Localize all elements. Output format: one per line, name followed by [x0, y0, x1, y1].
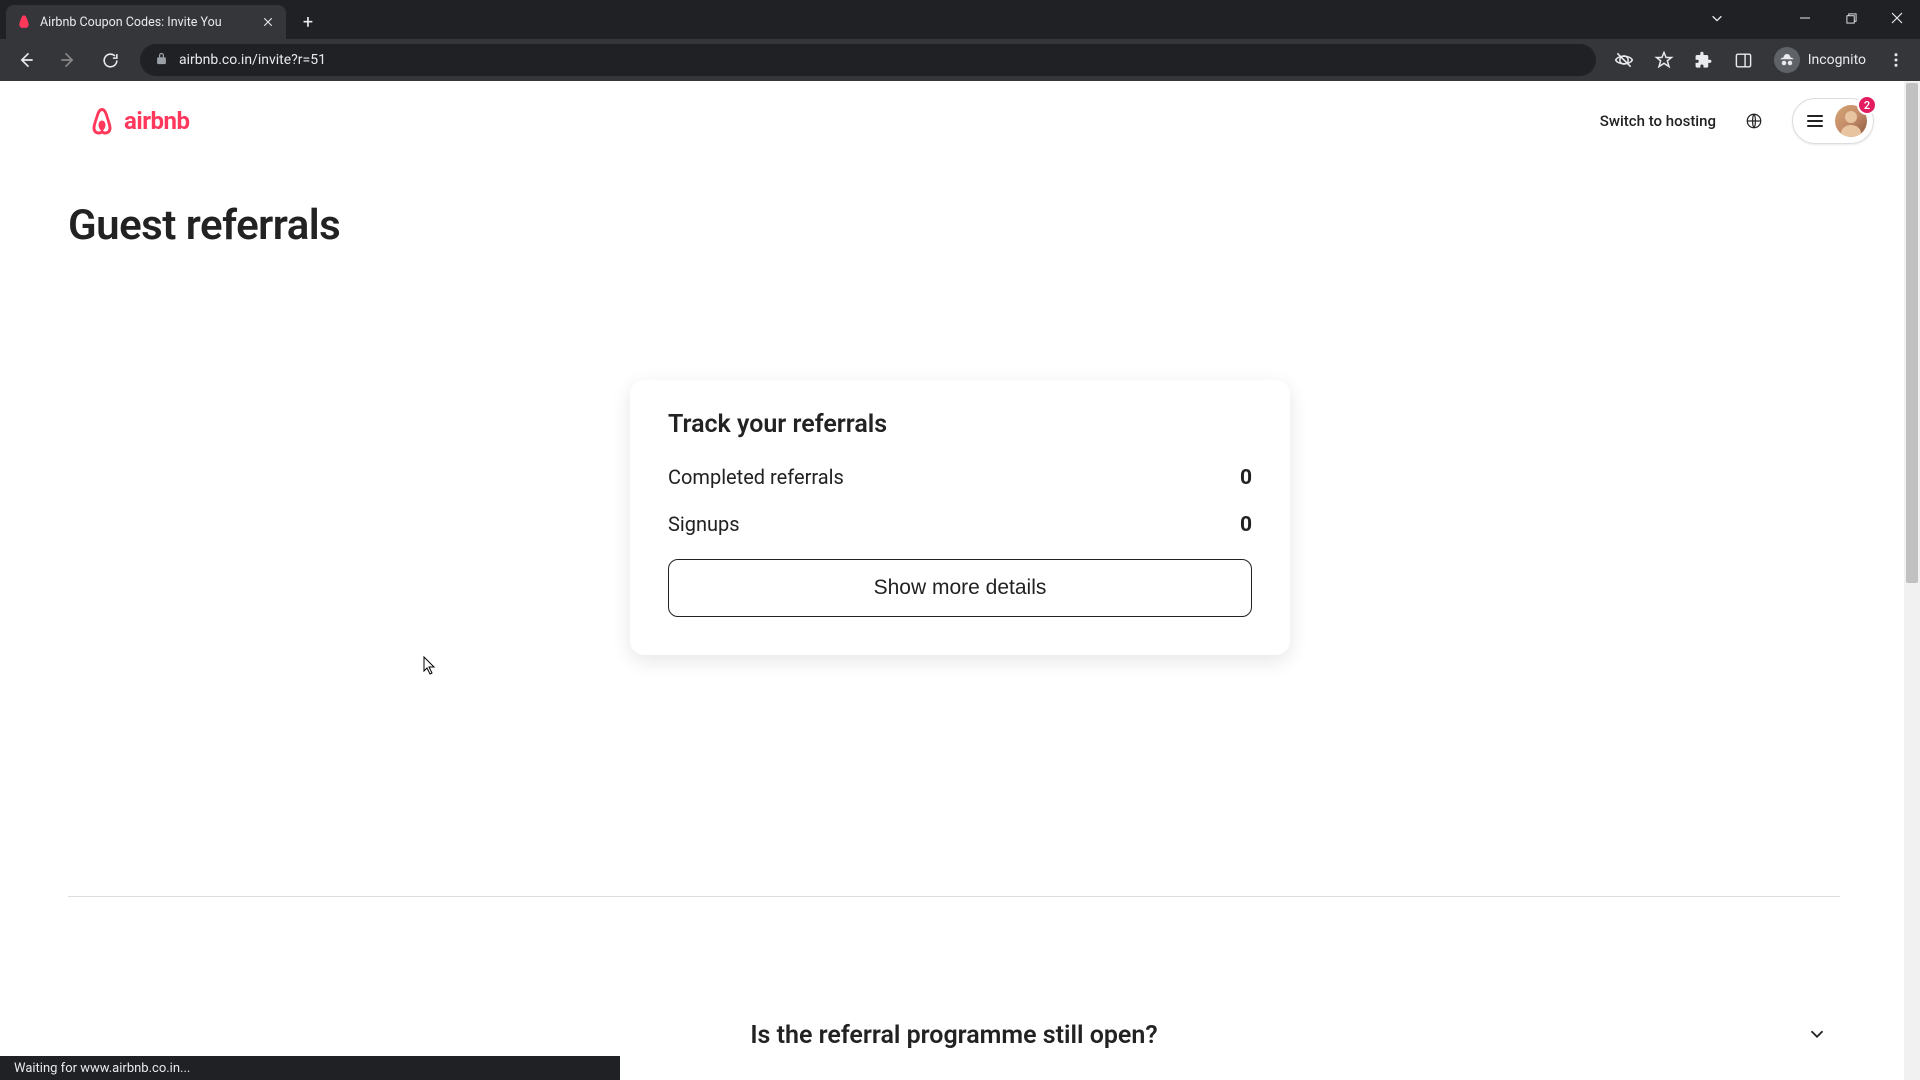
- scrollbar-track[interactable]: [1904, 81, 1920, 1080]
- address-bar[interactable]: airbnb.co.in/invite?r=51: [140, 44, 1596, 76]
- back-button[interactable]: [8, 42, 44, 78]
- page-viewport: airbnb Switch to hosting 2 Guest referra…: [0, 81, 1920, 1080]
- third-party-cookies-icon[interactable]: [1608, 44, 1640, 76]
- site-header: airbnb Switch to hosting 2: [0, 81, 1920, 161]
- toolbar-right: Incognito: [1608, 44, 1912, 76]
- chrome-menu-icon[interactable]: [1880, 44, 1912, 76]
- status-toast: Waiting for www.airbnb.co.in...: [0, 1056, 620, 1080]
- globe-icon: [1745, 112, 1763, 130]
- new-tab-button[interactable]: +: [294, 8, 322, 36]
- extensions-icon[interactable]: [1688, 44, 1720, 76]
- close-window-button[interactable]: [1874, 0, 1920, 36]
- chevron-down-icon: [1806, 1023, 1828, 1049]
- show-more-details-button[interactable]: Show more details: [668, 559, 1252, 617]
- notification-badge: 2: [1857, 95, 1877, 115]
- maximize-button[interactable]: [1828, 0, 1874, 36]
- forward-button[interactable]: [50, 42, 86, 78]
- referrals-card: Track your referrals Completed referrals…: [630, 380, 1290, 655]
- url-text: airbnb.co.in/invite?r=51: [179, 52, 326, 68]
- incognito-label: Incognito: [1808, 52, 1866, 68]
- stat-row-completed: Completed referrals 0: [668, 465, 1252, 490]
- user-menu-button[interactable]: 2: [1792, 98, 1874, 144]
- hamburger-icon: [1807, 113, 1823, 129]
- card-title: Track your referrals: [668, 410, 1252, 439]
- button-label: Show more details: [874, 576, 1047, 600]
- tab-search-button[interactable]: [1699, 0, 1735, 36]
- minimize-button[interactable]: [1782, 0, 1828, 36]
- airbnb-logo[interactable]: airbnb: [86, 105, 189, 137]
- faq-item[interactable]: Is the referral programme still open?: [68, 1021, 1840, 1050]
- faq-question: Is the referral programme still open?: [750, 1021, 1157, 1050]
- status-text: Waiting for www.airbnb.co.in...: [14, 1061, 190, 1076]
- header-right: Switch to hosting 2: [1600, 98, 1874, 144]
- tab-strip: Airbnb Coupon Codes: Invite You +: [0, 0, 1920, 39]
- browser-tab[interactable]: Airbnb Coupon Codes: Invite You: [6, 5, 286, 39]
- incognito-indicator[interactable]: Incognito: [1768, 47, 1872, 73]
- close-tab-icon[interactable]: [260, 14, 276, 30]
- section-divider: [68, 896, 1840, 897]
- stat-label: Signups: [668, 512, 740, 536]
- reload-button[interactable]: [92, 42, 128, 78]
- browser-toolbar: airbnb.co.in/invite?r=51 Incognito: [0, 39, 1920, 81]
- page-title: Guest referrals: [68, 201, 1920, 250]
- cursor-icon: [423, 656, 437, 676]
- scrollbar-thumb[interactable]: [1906, 83, 1918, 583]
- stat-value: 0: [1240, 466, 1252, 490]
- incognito-icon: [1774, 47, 1800, 73]
- language-button[interactable]: [1734, 101, 1774, 141]
- window-controls: [1782, 0, 1920, 36]
- stat-row-signups: Signups 0: [668, 512, 1252, 537]
- stat-value: 0: [1240, 513, 1252, 537]
- stat-label: Completed referrals: [668, 465, 844, 489]
- tab-favicon-icon: [16, 14, 32, 30]
- side-panel-icon[interactable]: [1728, 44, 1760, 76]
- tab-title: Airbnb Coupon Codes: Invite You: [40, 15, 252, 30]
- logo-text: airbnb: [124, 107, 189, 135]
- switch-to-hosting-link[interactable]: Switch to hosting: [1600, 112, 1716, 130]
- airbnb-logo-icon: [86, 105, 118, 137]
- bookmark-icon[interactable]: [1648, 44, 1680, 76]
- lock-icon[interactable]: [154, 51, 169, 70]
